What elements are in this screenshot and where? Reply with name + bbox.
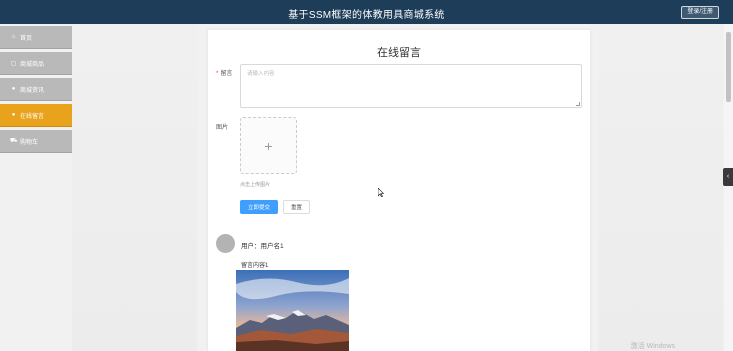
right-background: [598, 24, 723, 351]
left-background: [72, 24, 197, 351]
page-title: 在线留言: [377, 47, 421, 59]
mouse-cursor-icon: [378, 188, 384, 197]
message-textarea[interactable]: 请输入内容: [240, 64, 582, 108]
sidebar-item-label: 商城资讯: [20, 87, 45, 94]
landscape-image: [236, 270, 349, 351]
sidebar-item-label: 首页: [20, 35, 33, 42]
home-icon: ⌂: [11, 34, 16, 40]
message-panel: 在线留言 * 留言 请输入内容 图片 + 点击上传图片 立即提交 重置 用户：用户…: [208, 30, 590, 351]
message-image: [236, 270, 349, 351]
plus-icon: +: [264, 137, 273, 154]
sidebar-item-shop[interactable]: ▢ 商城商品: [0, 52, 72, 75]
scrollbar-thumb[interactable]: [726, 32, 731, 102]
message-label-text: 留言: [220, 71, 233, 77]
sidebar-item-label: 商城商品: [20, 61, 45, 68]
required-mark: *: [216, 71, 219, 77]
windows-activation-watermark: 激活 Windows: [630, 343, 675, 350]
site-title: 基于SSM框架的体教用具商城系统: [288, 10, 445, 21]
cart-icon: ⛟: [10, 138, 18, 144]
sidebar-item-cart[interactable]: ⛟ 购物车: [0, 130, 72, 153]
submit-button[interactable]: 立即提交: [240, 200, 278, 214]
info-icon: ●: [11, 86, 16, 92]
reset-button[interactable]: 重置: [283, 200, 310, 214]
message-label: * 留言: [216, 68, 232, 77]
message-content: 留言内容1: [241, 263, 269, 269]
sidebar-item-news[interactable]: ● 商城资讯: [0, 78, 72, 101]
message-user: 用户：用户名1: [241, 243, 284, 250]
upload-tip: 点击上传图片: [240, 182, 271, 188]
image-upload-box[interactable]: +: [240, 117, 297, 174]
resize-handle-icon[interactable]: [576, 102, 580, 106]
shop-icon: ▢: [10, 60, 17, 67]
chevron-left-icon[interactable]: ‹: [723, 168, 733, 186]
message-icon: ●: [11, 112, 16, 118]
sidebar-item-message[interactable]: ● 在线留言: [0, 104, 72, 127]
top-header: 基于SSM框架的体教用具商城系统 登录/注册: [0, 0, 733, 24]
sidebar-item-label: 在线留言: [20, 113, 45, 120]
avatar: [216, 234, 235, 253]
page-scrollbar[interactable]: [724, 24, 733, 351]
login-register-button[interactable]: 登录/注册: [681, 6, 719, 19]
sidebar-item-label: 购物车: [20, 139, 39, 146]
message-placeholder: 请输入内容: [247, 71, 275, 77]
sidebar-nav: ⌂ 首页 ▢ 商城商品 ● 商城资讯 ● 在线留言 ⛟ 购物车: [0, 26, 72, 156]
sidebar-item-home[interactable]: ⌂ 首页: [0, 26, 72, 49]
image-label: 图片: [216, 125, 229, 131]
